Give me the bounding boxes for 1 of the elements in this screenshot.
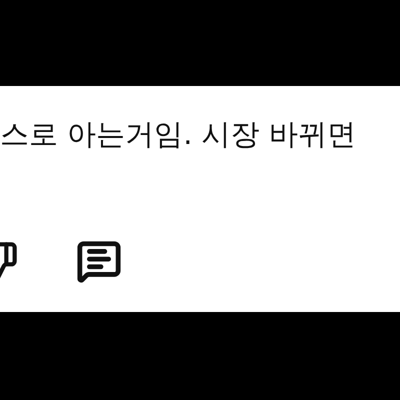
comment-text: 스로 아는거임. 시장 바뀌면 <box>0 116 357 153</box>
